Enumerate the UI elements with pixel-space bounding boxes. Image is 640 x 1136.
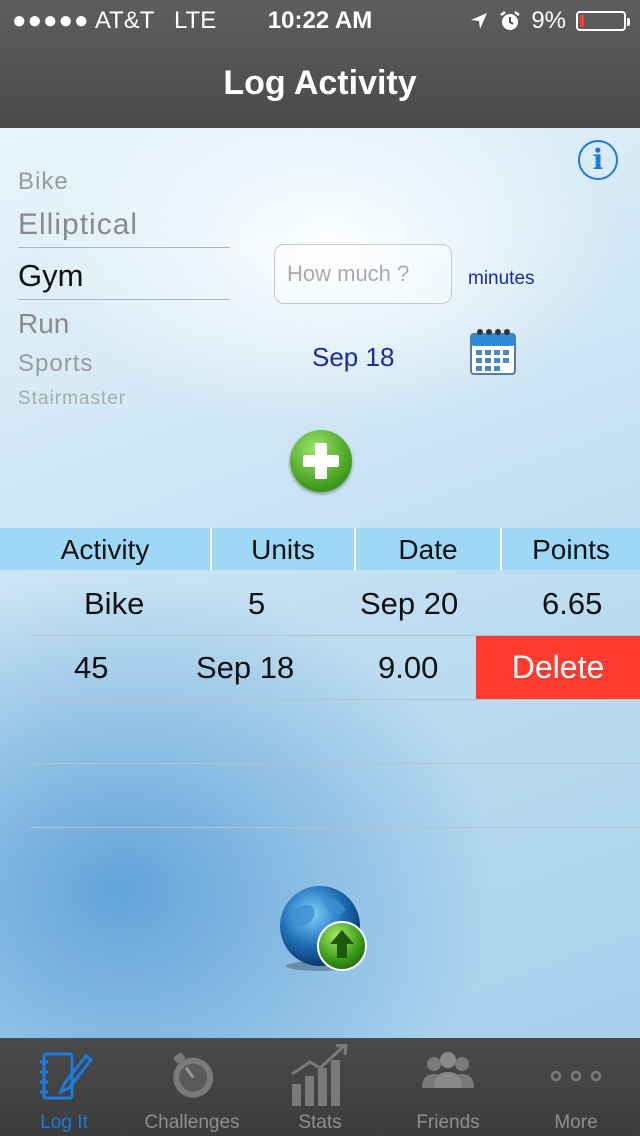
page-title: Log Activity (223, 64, 417, 102)
cell-date: Sep 18 (196, 650, 295, 685)
status-bar: ●●●●● AT&T LTE 10:22 AM 9% (0, 0, 640, 40)
picker-item[interactable]: Sports (18, 350, 93, 378)
picker-selection-line-top (18, 247, 230, 248)
cell-points: 9.00 (378, 650, 439, 685)
upload-globe-icon[interactable] (276, 884, 370, 974)
picker-item[interactable]: Run (18, 308, 69, 340)
tab-more[interactable]: More (512, 1038, 640, 1136)
delete-button[interactable]: Delete (476, 636, 640, 699)
tab-friends[interactable]: Friends (384, 1038, 512, 1136)
tab-challenges[interactable]: Challenges (128, 1038, 256, 1136)
column-header-date: Date (356, 528, 502, 570)
picker-selection-line-bottom (18, 299, 230, 300)
row-divider (30, 699, 640, 700)
tab-log-it[interactable]: Log It (0, 1038, 128, 1136)
cell-units: 5 (248, 586, 266, 621)
notebook-pencil-icon (40, 1052, 94, 1100)
row-divider (30, 763, 640, 764)
stopwatch-icon (173, 1052, 214, 1098)
row-divider (30, 827, 640, 828)
picker-item[interactable]: Bike (18, 168, 69, 196)
cell-date: Sep 20 (360, 586, 459, 621)
picker-item[interactable]: Elliptical (18, 208, 138, 242)
column-header-units: Units (212, 528, 356, 570)
tab-label: Challenges (144, 1112, 240, 1133)
amount-input[interactable] (274, 244, 452, 304)
tab-label: Stats (298, 1112, 342, 1133)
info-icon: i (592, 143, 604, 176)
tab-label: Friends (416, 1112, 480, 1133)
column-header-activity: Activity (0, 528, 212, 570)
people-icon (422, 1052, 474, 1088)
table-row[interactable]: Bike 5 Sep 20 6.65 (0, 572, 640, 636)
cell-activity: Bike (84, 586, 145, 621)
more-dots-icon (550, 1070, 602, 1082)
table-header: Activity Units Date Points (0, 528, 640, 570)
activity-picker[interactable]: Bike Elliptical Gym Run Sports Stairmast… (18, 160, 230, 410)
picker-item[interactable]: Stairmaster (18, 388, 126, 410)
picker-item-selected[interactable]: Gym (18, 258, 83, 294)
add-activity-button[interactable] (290, 430, 352, 492)
cell-units: 45 (74, 650, 109, 685)
tab-label: Log It (40, 1112, 88, 1133)
tab-label: More (554, 1112, 598, 1133)
alarm-icon (500, 11, 521, 30)
column-header-points: Points (502, 528, 640, 570)
battery-icon (576, 11, 630, 31)
info-button[interactable]: i (578, 140, 618, 180)
battery-fill (580, 15, 584, 27)
calendar-icon[interactable] (468, 326, 518, 378)
battery-percent: 9% (531, 7, 566, 34)
location-arrow-icon (471, 13, 488, 29)
tab-bar: Log It Challenges Stats Friends More (0, 1038, 640, 1136)
unit-label: minutes (468, 268, 535, 289)
top-bar: ●●●●● AT&T LTE 10:22 AM 9% Log Activity (0, 0, 640, 128)
bar-chart-icon (291, 1044, 348, 1106)
cell-points: 6.65 (542, 586, 603, 621)
tab-stats[interactable]: Stats (256, 1038, 384, 1136)
status-right: 9% (469, 7, 630, 35)
selected-date[interactable]: Sep 18 (312, 342, 394, 373)
